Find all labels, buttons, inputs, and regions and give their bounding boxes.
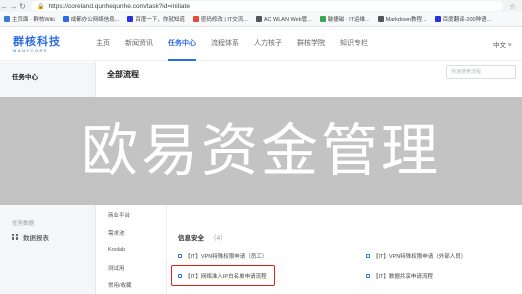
nav-knowledge[interactable]: 知识专栏 bbox=[340, 27, 368, 61]
bookmark-favicon-icon bbox=[434, 16, 441, 22]
category-item[interactable]: 需求池 bbox=[108, 229, 125, 237]
process-item[interactable]: 【IT】VPN特殊权限申请（外部人员） bbox=[366, 252, 466, 260]
category-item[interactable]: Koolab bbox=[108, 247, 125, 253]
bookmark-item[interactable]: 敏捷磁 · IT运维... bbox=[319, 15, 370, 23]
bookmark-item[interactable]: 百度一下，你就知道 bbox=[127, 15, 185, 23]
category-item[interactable]: 常用/收藏 bbox=[108, 281, 132, 289]
bookmark-favicon-icon bbox=[255, 16, 262, 22]
bookmark-favicon-icon bbox=[192, 16, 199, 22]
sidebar-title: 任务中心 bbox=[12, 74, 38, 81]
category-item[interactable]: 测试用 bbox=[108, 264, 125, 272]
divider bbox=[166, 205, 167, 294]
process-icon bbox=[178, 254, 182, 258]
bookmark-item[interactable]: 百度翻译-200种语... bbox=[434, 15, 492, 23]
bookmark-label: 百度翻译-200种语... bbox=[442, 17, 492, 23]
process-label: 【IT】数据共享申请流程 bbox=[373, 274, 433, 280]
bookmark-favicon-icon bbox=[319, 16, 326, 22]
bookmark-favicon-icon bbox=[127, 16, 134, 22]
back-icon[interactable]: ← bbox=[0, 2, 9, 11]
bookmark-star-icon[interactable]: ☆ bbox=[509, 2, 516, 11]
bookmark-favicon-icon bbox=[62, 16, 69, 22]
category-item[interactable]: 商业平台 bbox=[108, 211, 130, 219]
forward-icon[interactable]: → bbox=[9, 2, 18, 11]
sidebar-item-data-report[interactable]: 数据报表 bbox=[12, 232, 49, 242]
bookmark-item[interactable]: 成都办公网络信息... bbox=[62, 15, 120, 23]
search-placeholder: 快速搜索流程 bbox=[451, 69, 482, 75]
nav-hr[interactable]: 人力核子 bbox=[254, 27, 282, 61]
nav-news[interactable]: 新闻资讯 bbox=[125, 27, 153, 61]
nav-academy[interactable]: 群核学院 bbox=[297, 27, 325, 61]
bookmark-label: AC WLAN Web管... bbox=[263, 17, 312, 23]
nav-home[interactable]: 主页 bbox=[96, 27, 110, 61]
process-item[interactable]: 【IT】VPN特殊权限申请（员工） bbox=[178, 252, 267, 260]
bookmark-label: Markdown教程... bbox=[385, 17, 427, 23]
top-nav: 主页 新闻资讯 任务中心 流程体系 人力核子 群核学院 知识专栏 bbox=[96, 27, 383, 61]
bookmark-favicon-icon bbox=[377, 16, 384, 22]
sidebar-group-label: 任务数据 bbox=[12, 221, 35, 227]
reload-icon[interactable]: ↻ bbox=[18, 2, 27, 11]
bookmark-item[interactable]: AC WLAN Web管... bbox=[255, 15, 312, 23]
bookmark-item[interactable]: 密码修改 | IT交流... bbox=[192, 15, 248, 23]
section-title: 信息安全 （4） bbox=[178, 232, 227, 242]
logo-text: 群核科技 bbox=[13, 36, 61, 48]
company-logo[interactable]: 群核科技 MANYCORE bbox=[13, 36, 73, 54]
bookmark-label: 敏捷磁 · IT运维... bbox=[327, 17, 370, 23]
page-title: 全部流程 bbox=[107, 70, 139, 79]
process-label: 【IT】VPN特殊权限申请（外部人员） bbox=[373, 254, 467, 260]
bookmark-label: 百度一下，你就知道 bbox=[135, 17, 185, 23]
language-switch[interactable]: 中文 ˅ bbox=[493, 39, 512, 49]
bookmark-label: 主页面 · 群核Wiki bbox=[12, 17, 55, 23]
url-field[interactable]: 🔒 https://coreland.qunhequnhe.com/task?i… bbox=[31, 1, 503, 11]
section-title-text: 信息安全 bbox=[178, 235, 204, 242]
process-icon bbox=[366, 254, 370, 258]
browser-address-bar: ← → ↻ 🔒 https://coreland.qunhequnhe.com/… bbox=[0, 0, 522, 12]
banner-text: 欧易资金管理 bbox=[81, 118, 441, 184]
grid-icon bbox=[12, 234, 18, 240]
highlight-annotation bbox=[171, 265, 275, 286]
bookmark-label: 密码修改 | IT交流... bbox=[200, 17, 248, 23]
lock-icon: 🔒 bbox=[37, 3, 45, 10]
bookmark-item[interactable]: Markdown教程... bbox=[377, 15, 427, 23]
sidebar-item-label: 数据报表 bbox=[23, 235, 49, 242]
logo-subtext: MANYCORE bbox=[13, 48, 49, 53]
bookmark-item[interactable]: 主页面 · 群核Wiki bbox=[4, 15, 55, 23]
process-item[interactable]: 【IT】数据共享申请流程 bbox=[366, 272, 433, 280]
bookmark-favicon-icon bbox=[4, 16, 10, 22]
nav-process-system[interactable]: 流程体系 bbox=[211, 27, 239, 61]
section-count: （4） bbox=[210, 235, 227, 242]
overlay-banner: 欧易资金管理 bbox=[0, 97, 522, 205]
search-input[interactable]: 快速搜索流程 bbox=[446, 65, 516, 79]
process-label: 【IT】VPN特殊权限申请（员工） bbox=[185, 254, 268, 260]
language-label: 中文 bbox=[493, 42, 506, 49]
chevron-down-icon: ˅ bbox=[507, 42, 512, 49]
url-text: https://coreland.qunhequnhe.com/task?id=… bbox=[48, 2, 190, 10]
nav-task-center[interactable]: 任务中心 bbox=[168, 27, 196, 61]
bookmarks-bar: 主页面 · 群核Wiki 成都办公网络信息... 百度一下，你就知道 密码修改 … bbox=[0, 12, 522, 27]
category-list: 商业平台 需求池 Koolab 测试用 常用/收藏 bbox=[96, 205, 163, 294]
process-icon bbox=[366, 274, 370, 278]
bookmark-label: 成都办公网络信息... bbox=[70, 17, 120, 23]
app-header: 群核科技 MANYCORE 主页 新闻资讯 任务中心 流程体系 人力核子 群核学… bbox=[0, 27, 522, 61]
